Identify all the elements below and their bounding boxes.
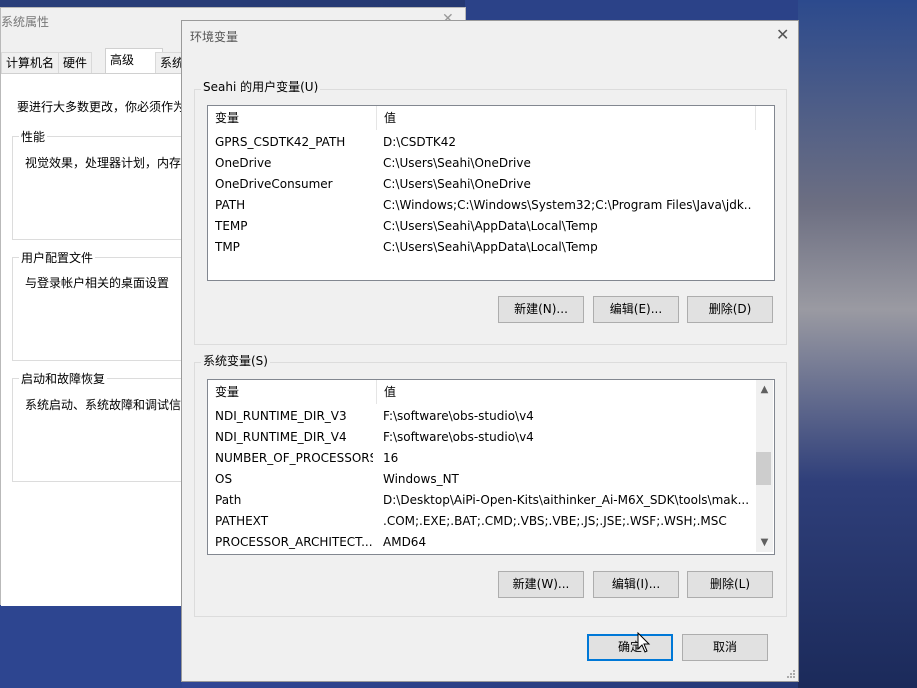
table-row[interactable]: NUMBER_OF_PROCESSORS 16 bbox=[208, 448, 774, 469]
variable-value: C:\Users\Seahi\OneDrive bbox=[383, 156, 531, 170]
column-divider[interactable] bbox=[755, 106, 756, 130]
variable-value: .COM;.EXE;.BAT;.CMD;.VBS;.VBE;.JS;.JSE;.… bbox=[383, 514, 727, 528]
variable-value: D:\Desktop\AiPi-Open-Kits\aithinker_Ai-M… bbox=[383, 493, 750, 507]
tab-hardware[interactable]: 硬件 bbox=[58, 52, 93, 73]
variable-value: 16 bbox=[383, 451, 399, 465]
variable-name: OneDriveConsumer bbox=[215, 177, 333, 191]
system-variables-title: 系统变量(S) bbox=[201, 352, 270, 369]
system-new-button[interactable]: 新建(W)... bbox=[498, 571, 584, 598]
variable-name: Path bbox=[215, 493, 242, 507]
table-row[interactable]: OneDriveConsumer C:\Users\Seahi\OneDrive bbox=[208, 174, 774, 195]
user-variables-list[interactable]: 变量 值 GPRS_CSDTK42_PATH D:\CSDTK42 OneDrive… bbox=[207, 105, 775, 281]
startup-recovery-title: 启动和故障恢复 bbox=[19, 370, 108, 387]
list-header: 变量 值 bbox=[208, 380, 774, 404]
scroll-down-icon[interactable]: ▼ bbox=[756, 537, 773, 548]
system-edit-button[interactable]: 编辑(I)... bbox=[593, 571, 679, 598]
table-row[interactable]: GPRS_CSDTK42_PATH D:\CSDTK42 bbox=[208, 132, 774, 153]
table-row[interactable]: TEMP C:\Users\Seahi\AppData\Local\Temp bbox=[208, 216, 774, 237]
table-row[interactable]: Path D:\Desktop\AiPi-Open-Kits\aithinker_… bbox=[208, 490, 774, 511]
cancel-button[interactable]: 取消 bbox=[682, 634, 768, 661]
list-header: 变量 值 bbox=[208, 106, 774, 130]
environment-variables-dialog: 环境变量 ✕ Seahi 的用户变量(U) 变量 值 GPRS_CSDTK42_… bbox=[181, 20, 799, 682]
table-row[interactable]: NDI_RUNTIME_DIR_V4 F:\software\obs-studio… bbox=[208, 427, 774, 448]
scrollbar-thumb[interactable] bbox=[756, 452, 771, 485]
table-row[interactable]: PATHEXT .COM;.EXE;.BAT;.CMD;.VBS;.VBE;.JS… bbox=[208, 511, 774, 532]
column-variable[interactable]: 变量 bbox=[208, 106, 376, 130]
tab-computer-name[interactable]: 计算机名 bbox=[1, 52, 60, 73]
system-variables-list[interactable]: 变量 值 NDI_RUNTIME_DIR_V3 F:\software\obs-s… bbox=[207, 379, 775, 555]
startup-recovery-desc: 系统启动、系统故障和调试信息 bbox=[25, 398, 194, 412]
table-row[interactable]: NDI_RUNTIME_DIR_V3 F:\software\obs-studio… bbox=[208, 406, 774, 427]
scroll-up-icon[interactable]: ▲ bbox=[756, 384, 773, 395]
variable-value: F:\software\obs-studio\v4 bbox=[383, 409, 534, 423]
table-row[interactable]: PATH C:\Windows;C:\Windows\System32;C:\Pr… bbox=[208, 195, 774, 216]
resize-grip-icon[interactable] bbox=[786, 669, 796, 679]
user-profile-title: 用户配置文件 bbox=[19, 249, 96, 266]
user-variables-title: Seahi 的用户变量(U) bbox=[201, 78, 321, 95]
column-value[interactable]: 值 bbox=[377, 380, 755, 404]
admin-notice: 要进行大多数更改，你必须作为 bbox=[17, 100, 186, 114]
performance-title: 性能 bbox=[19, 128, 48, 145]
column-variable[interactable]: 变量 bbox=[208, 380, 376, 404]
variable-name: OS bbox=[215, 472, 233, 486]
dialog-title: 环境变量 bbox=[190, 30, 239, 44]
user-new-button[interactable]: 新建(N)... bbox=[498, 296, 584, 323]
table-row[interactable]: TMP C:\Users\Seahi\AppData\Local\Temp bbox=[208, 237, 774, 258]
performance-desc: 视觉效果，处理器计划，内存使 bbox=[25, 156, 194, 170]
variable-name: PATHEXT bbox=[215, 514, 269, 528]
window-title: 系统属性 bbox=[1, 15, 50, 29]
variable-name: NDI_RUNTIME_DIR_V3 bbox=[215, 409, 347, 423]
variable-name: TEMP bbox=[215, 219, 248, 233]
variable-name: NDI_RUNTIME_DIR_V4 bbox=[215, 430, 347, 444]
variable-value: C:\Users\Seahi\OneDrive bbox=[383, 177, 531, 191]
variable-name: TMP bbox=[215, 240, 240, 254]
close-icon[interactable]: ✕ bbox=[776, 25, 789, 44]
variable-name: NUMBER_OF_PROCESSORS bbox=[215, 451, 373, 465]
mouse-cursor-icon bbox=[637, 632, 651, 653]
desktop-wallpaper-corner bbox=[0, 604, 182, 688]
table-row[interactable]: PROCESSOR_ARCHITECT... AMD64 bbox=[208, 532, 774, 553]
variable-value: AMD64 bbox=[383, 535, 427, 549]
variable-name: OneDrive bbox=[215, 156, 272, 170]
ok-button[interactable]: 确定 bbox=[587, 634, 673, 661]
variable-value: C:\Users\Seahi\AppData\Local\Temp bbox=[383, 240, 598, 254]
variable-value: D:\CSDTK42 bbox=[383, 135, 457, 149]
variable-value: Windows_NT bbox=[383, 472, 459, 486]
desktop-wallpaper bbox=[798, 0, 917, 688]
variable-name: GPRS_CSDTK42_PATH bbox=[215, 135, 346, 149]
user-edit-button[interactable]: 编辑(E)... bbox=[593, 296, 679, 323]
system-delete-button[interactable]: 删除(L) bbox=[687, 571, 773, 598]
desktop-wallpaper-strip bbox=[465, 0, 798, 20]
variable-value: C:\Windows;C:\Windows\System32;C:\Progra… bbox=[383, 198, 751, 212]
user-delete-button[interactable]: 删除(D) bbox=[687, 296, 773, 323]
vertical-scrollbar[interactable]: ▲ ▼ bbox=[756, 380, 773, 552]
table-row[interactable]: OS Windows_NT bbox=[208, 469, 774, 490]
column-value[interactable]: 值 bbox=[377, 106, 755, 130]
variable-name: PROCESSOR_ARCHITECT... bbox=[215, 535, 373, 549]
variable-value: C:\Users\Seahi\AppData\Local\Temp bbox=[383, 219, 598, 233]
table-row[interactable]: OneDrive C:\Users\Seahi\OneDrive bbox=[208, 153, 774, 174]
variable-name: PATH bbox=[215, 198, 246, 212]
variable-value: F:\software\obs-studio\v4 bbox=[383, 430, 534, 444]
user-profile-desc: 与登录帐户相关的桌面设置 bbox=[25, 276, 170, 290]
